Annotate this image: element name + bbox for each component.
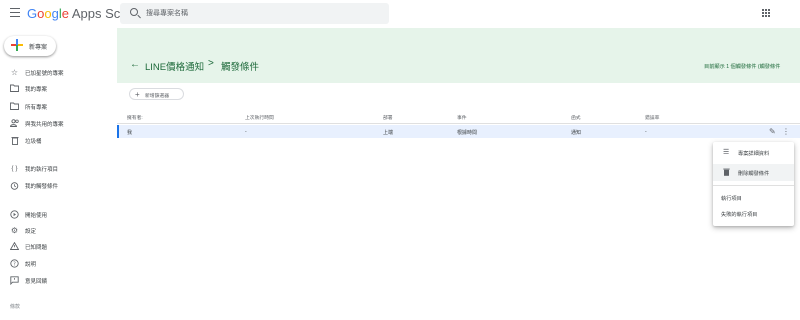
menu-item-project-details[interactable]: ☰ 專案詳細資料 [713, 144, 794, 161]
help-icon: ? [10, 259, 19, 268]
edit-pencil-icon[interactable]: ✎ [769, 127, 776, 136]
apps-grid-icon[interactable] [762, 9, 770, 17]
cell-deployment: 上端 [383, 130, 394, 136]
column-event[interactable]: 事件 [457, 114, 467, 121]
sidebar-item-shared[interactable]: 與我共用的專案 [0, 117, 117, 131]
sidebar-item-my-triggers[interactable]: 我的觸發條件 [0, 179, 117, 193]
column-function[interactable]: 函式 [571, 114, 581, 121]
breadcrumb-project[interactable]: LINE價格通知 [145, 59, 204, 73]
more-vert-icon[interactable]: ⋮ [782, 127, 790, 136]
feedback-icon [10, 276, 19, 286]
search-input[interactable] [146, 7, 376, 20]
sidebar-item-trash[interactable]: 垃圾桶 [0, 134, 117, 148]
chevron-right-icon: > [208, 58, 214, 69]
hamburger-menu-icon[interactable] [10, 8, 20, 18]
sidebar-item-get-started[interactable]: 開始使用 [0, 208, 117, 222]
sidebar-item-feedback[interactable]: 意見回饋 [0, 274, 117, 288]
table-header: 擁有者: 上次執行時間 部署 事件 函式 錯誤率 [117, 110, 800, 124]
column-last-run[interactable]: 上次執行時間 [245, 114, 274, 121]
sidebar: 新專案 ☆ 已加星號的專案 我的專案 所有專案 與我共用的專案 垃圾桶 { } … [0, 28, 117, 320]
play-icon [10, 210, 19, 219]
table-row[interactable]: 我 - 上端 根據時間 通知 - ✎ ⋮ [117, 125, 800, 138]
menu-item-delete-trigger[interactable]: 刪除觸發條件 [713, 164, 794, 181]
back-arrow-icon[interactable]: ← [130, 59, 140, 70]
gear-icon: ⚙ [10, 226, 19, 235]
trash-icon [10, 136, 19, 145]
people-icon [9, 119, 19, 128]
menu-item-executions[interactable]: 執行項目 [713, 189, 794, 206]
cell-event: 根據時間 [457, 130, 478, 136]
alarm-icon [10, 181, 19, 190]
trigger-count-text: 目前顯示 1 個觸發條件 (觸發條件 [704, 64, 781, 70]
folder-icon [10, 102, 19, 111]
row-context-menu: ☰ 專案詳細資料 刪除觸發條件 執行項目 失敗的執行項目 [713, 142, 794, 226]
sidebar-item-my-executions[interactable]: { } 我的執行項目 [0, 162, 117, 176]
sidebar-item-starred[interactable]: ☆ 已加星號的專案 [0, 66, 117, 80]
trash-icon [723, 168, 730, 178]
menu-divider [713, 185, 794, 186]
column-deployment[interactable]: 部署 [383, 114, 393, 121]
sidebar-item-all-projects[interactable]: 所有專案 [0, 100, 117, 114]
sidebar-item-known-issues[interactable]: 已知問題 [0, 240, 117, 254]
main-content: ← LINE價格通知 > 觸發條件 目前顯示 1 個觸發條件 (觸發條件 + 新… [117, 28, 800, 320]
sidebar-item-settings[interactable]: ⚙ 設定 [0, 224, 117, 238]
sidebar-item-my-projects[interactable]: 我的專案 [0, 82, 117, 96]
cell-owner: 我 [127, 130, 133, 136]
add-icon: + [135, 90, 140, 99]
cell-function: 通知 [571, 130, 582, 136]
menu-item-failed-executions[interactable]: 失敗的執行項目 [713, 205, 794, 222]
executions-icon: { } [11, 165, 18, 172]
column-error-rate[interactable]: 錯誤率 [645, 114, 659, 121]
svg-text:?: ? [13, 261, 16, 267]
sidebar-item-help[interactable]: ? 說明 [0, 257, 117, 271]
add-filter-button[interactable]: + 新增篩選器 [129, 88, 184, 100]
search-bar[interactable] [120, 3, 389, 24]
star-icon: ☆ [10, 68, 19, 77]
search-icon[interactable] [130, 8, 138, 16]
new-project-button[interactable]: 新專案 [4, 36, 56, 56]
cell-last-run: - [245, 129, 247, 135]
page-title: 觸發條件 [221, 62, 260, 73]
column-owner[interactable]: 擁有者: [127, 114, 143, 121]
plus-icon [11, 39, 23, 51]
list-icon: ☰ [723, 149, 730, 156]
cell-error-rate: - [645, 129, 647, 135]
warning-icon [9, 241, 20, 251]
page-header-banner: ← LINE價格通知 > 觸發條件 目前顯示 1 個觸發條件 (觸發條件 [117, 28, 800, 83]
folder-icon [10, 84, 19, 93]
terms-link[interactable]: 條款 [10, 303, 20, 310]
top-bar: Google Apps Script [0, 0, 800, 28]
